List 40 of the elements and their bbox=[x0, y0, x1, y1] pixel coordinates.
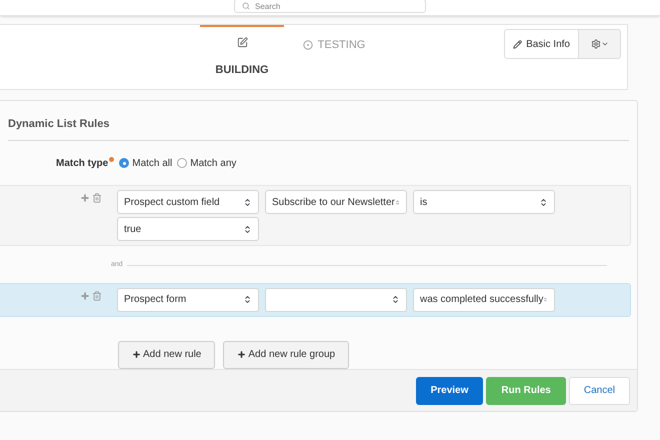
updown-icon bbox=[243, 198, 252, 206]
add-icon[interactable] bbox=[80, 193, 90, 203]
updown-icon bbox=[394, 198, 400, 206]
select-field[interactable]: is bbox=[413, 190, 555, 214]
search-field[interactable]: Search bbox=[234, 0, 426, 13]
add-button[interactable]: Add new rule group bbox=[223, 340, 350, 368]
add-button[interactable]: Add new rule bbox=[118, 340, 216, 368]
updown-icon bbox=[391, 295, 400, 304]
settings-dropdown-button[interactable] bbox=[579, 29, 621, 59]
basic-info-button[interactable]: Basic Info bbox=[504, 29, 579, 59]
select-field[interactable]: Prospect custom field bbox=[117, 190, 259, 214]
radio-button[interactable] bbox=[119, 158, 130, 168]
add-icon[interactable] bbox=[80, 290, 90, 300]
radio-option[interactable]: Match any bbox=[177, 156, 236, 170]
trash-icon[interactable] bbox=[92, 193, 102, 203]
updown-icon bbox=[243, 295, 252, 304]
radio-button[interactable] bbox=[177, 158, 188, 168]
select-field[interactable]: true bbox=[117, 217, 259, 241]
target-icon bbox=[302, 40, 313, 50]
search-icon bbox=[242, 2, 250, 10]
plus-icon bbox=[132, 350, 141, 359]
tab[interactable]: BUILDING bbox=[200, 25, 284, 91]
pencil-icon bbox=[513, 40, 522, 48]
footer-button[interactable]: Cancel bbox=[568, 376, 630, 404]
section-title: Dynamic List Rules bbox=[8, 118, 110, 130]
radio-option[interactable]: Match all bbox=[119, 156, 172, 170]
select-field[interactable] bbox=[265, 288, 407, 312]
updown-icon bbox=[243, 224, 252, 234]
trash-icon[interactable] bbox=[92, 290, 102, 300]
select-field[interactable]: was completed successfully bbox=[413, 288, 555, 312]
edit-icon bbox=[236, 37, 248, 48]
plus-icon bbox=[237, 350, 246, 359]
updown-icon bbox=[539, 198, 548, 206]
caret-icon bbox=[600, 40, 608, 48]
select-field[interactable]: Subscribe to our Newsletter bbox=[265, 190, 407, 214]
select-field[interactable]: Prospect form bbox=[117, 288, 259, 312]
footer-button[interactable]: Preview bbox=[416, 376, 484, 404]
updown-icon bbox=[543, 295, 548, 304]
field-label: Match type bbox=[56, 156, 108, 170]
gear-icon bbox=[590, 39, 600, 49]
